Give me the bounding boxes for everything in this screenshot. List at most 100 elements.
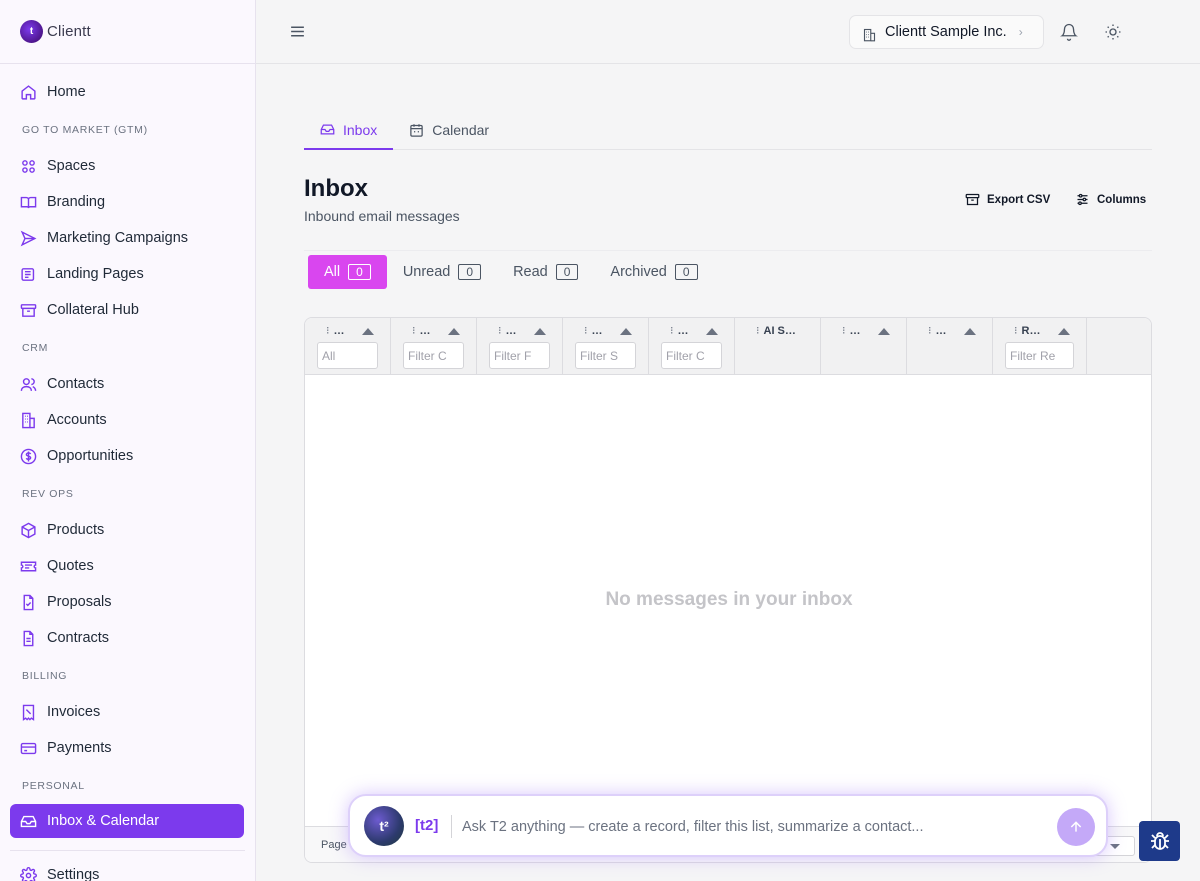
drag-handle-icon[interactable]: ⁝ [928,324,932,337]
view-tabs: Inbox Calendar [304,111,1152,150]
sidebar-item-proposals[interactable]: Proposals [0,584,245,620]
sidebar: t Clientt Home GO TO MARKET (GTM) Spaces… [0,0,256,881]
drag-handle-icon[interactable]: ⁝ [756,324,760,337]
sidebar-item-label: Products [47,522,105,538]
column-title: ⁝… [584,324,603,338]
sidebar-item-home[interactable]: Home [0,74,245,110]
sidebar-item-contracts[interactable]: Contracts [0,620,245,656]
send-icon [20,230,37,247]
sort-asc-icon[interactable] [534,328,546,335]
section-title-gtm: GO TO MARKET (GTM) [22,123,148,136]
sort-asc-icon[interactable] [620,328,632,335]
brand-logo-icon: t [20,20,43,43]
column-title-text: R… [1021,324,1041,337]
arrow-up-icon [1068,819,1084,835]
grid-column[interactable]: ⁝… Filter S [563,318,649,374]
sidebar-item-invoices[interactable]: Invoices [0,694,245,730]
sidebar-item-opportunities[interactable]: Opportunities [0,438,245,474]
sliders-icon [1075,192,1090,207]
grid-column[interactable]: ⁝… Filter C [391,318,477,374]
sidebar-item-payments[interactable]: Payments [0,730,245,766]
tab-calendar[interactable]: Calendar [393,111,505,149]
sidebar-item-branding[interactable]: Branding [0,184,245,220]
send-button[interactable] [1057,808,1095,846]
drag-handle-icon[interactable]: ⁝ [326,324,330,337]
section-title-billing: BILLING [22,669,68,682]
column-filter-input[interactable]: All [317,342,378,369]
sidebar-item-contacts[interactable]: Contacts [0,366,245,402]
sort-asc-icon[interactable] [964,328,976,335]
section-title-personal: PERSONAL [22,779,85,792]
column-title: ⁝… [412,324,431,338]
sidebar-item-marketing-campaigns[interactable]: Marketing Campaigns [0,220,245,256]
sidebar-item-label: Marketing Campaigns [47,230,189,246]
sidebar-item-settings[interactable]: Settings [0,857,245,881]
filter-count: 0 [674,264,698,280]
users-icon [20,376,37,393]
column-filter-input[interactable]: Filter S [575,342,636,369]
drag-handle-icon[interactable]: ⁝ [1014,324,1018,337]
grid-column[interactable]: ⁝… [907,318,993,374]
sidebar-item-spaces[interactable]: Spaces [0,148,245,184]
ai-avatar: t² [364,806,404,846]
calendar-icon [409,123,424,138]
org-switcher-button[interactable]: Clientt Sample Inc. › [849,15,1044,49]
sidebar-item-label: Contacts [47,376,105,392]
messages-grid: ⁝… All ⁝… Filter C ⁝… Filter F ⁝… Filter… [304,317,1152,863]
sidebar-item-landing-pages[interactable]: Landing Pages [0,256,245,292]
sort-asc-icon[interactable] [362,328,374,335]
hamburger-menu-icon[interactable] [289,23,306,40]
divider [451,815,452,838]
drag-handle-icon[interactable]: ⁝ [842,324,846,337]
bug-report-button[interactable] [1139,821,1180,861]
grid-column[interactable]: ⁝… Filter F [477,318,563,374]
column-filter-input[interactable]: Filter F [489,342,550,369]
drag-handle-icon[interactable]: ⁝ [670,324,674,337]
column-filter-input[interactable]: Filter C [661,342,722,369]
drag-handle-icon[interactable]: ⁝ [412,324,416,337]
columns-button[interactable]: Columns [1075,192,1146,207]
sort-asc-icon[interactable] [706,328,718,335]
grid-column[interactable]: ⁝… [821,318,907,374]
sort-asc-icon[interactable] [448,328,460,335]
sidebar-item-accounts[interactable]: Accounts [0,402,245,438]
ai-tag: [t2] [415,817,439,834]
section-title-crm: CRM [22,341,49,354]
grid-column[interactable]: ⁝… All [305,318,391,374]
page-subtitle: Inbound email messages [304,208,460,224]
column-title: ⁝… [670,324,689,338]
filter-all[interactable]: All 0 [308,255,387,289]
home-icon [20,84,37,101]
grid-header: ⁝… All ⁝… Filter C ⁝… Filter F ⁝… Filter… [305,318,1151,375]
sidebar-item-products[interactable]: Products [0,512,245,548]
bell-icon[interactable] [1060,23,1078,41]
sort-asc-icon[interactable] [1058,328,1070,335]
filter-unread[interactable]: Unread 0 [387,255,497,289]
drag-handle-icon[interactable]: ⁝ [584,324,588,337]
sidebar-item-inbox-calendar[interactable]: Inbox & Calendar [10,804,244,838]
building-icon [862,27,877,42]
divider [304,250,1152,251]
sidebar-item-quotes[interactable]: Quotes [0,548,245,584]
column-filter-input[interactable]: Filter C [403,342,464,369]
column-filter-input[interactable]: Filter Re [1005,342,1074,369]
ai-prompt-input[interactable] [462,816,1042,838]
sort-asc-icon[interactable] [878,328,890,335]
filter-read[interactable]: Read 0 [497,255,594,289]
sidebar-item-label: Payments [47,740,112,756]
column-title-text: … [505,324,517,337]
sun-icon[interactable] [1104,23,1122,41]
grid-column[interactable]: ⁝… Filter C [649,318,735,374]
column-title-text: … [677,324,689,337]
sidebar-item-collateral-hub[interactable]: Collateral Hub [0,292,245,328]
export-csv-button[interactable]: Export CSV [965,192,1050,207]
building-icon [20,412,37,429]
grid-column[interactable]: ⁝ R… Filter Re [993,318,1087,374]
filter-label: Unread [402,264,451,280]
sidebar-item-label: Proposals [47,594,112,610]
tab-inbox[interactable]: Inbox [304,111,394,150]
brand[interactable]: t Clientt [0,0,255,64]
drag-handle-icon[interactable]: ⁝ [498,324,502,337]
grid-column[interactable]: ⁝ AI S… [735,318,821,374]
filter-archived[interactable]: Archived 0 [594,255,713,289]
